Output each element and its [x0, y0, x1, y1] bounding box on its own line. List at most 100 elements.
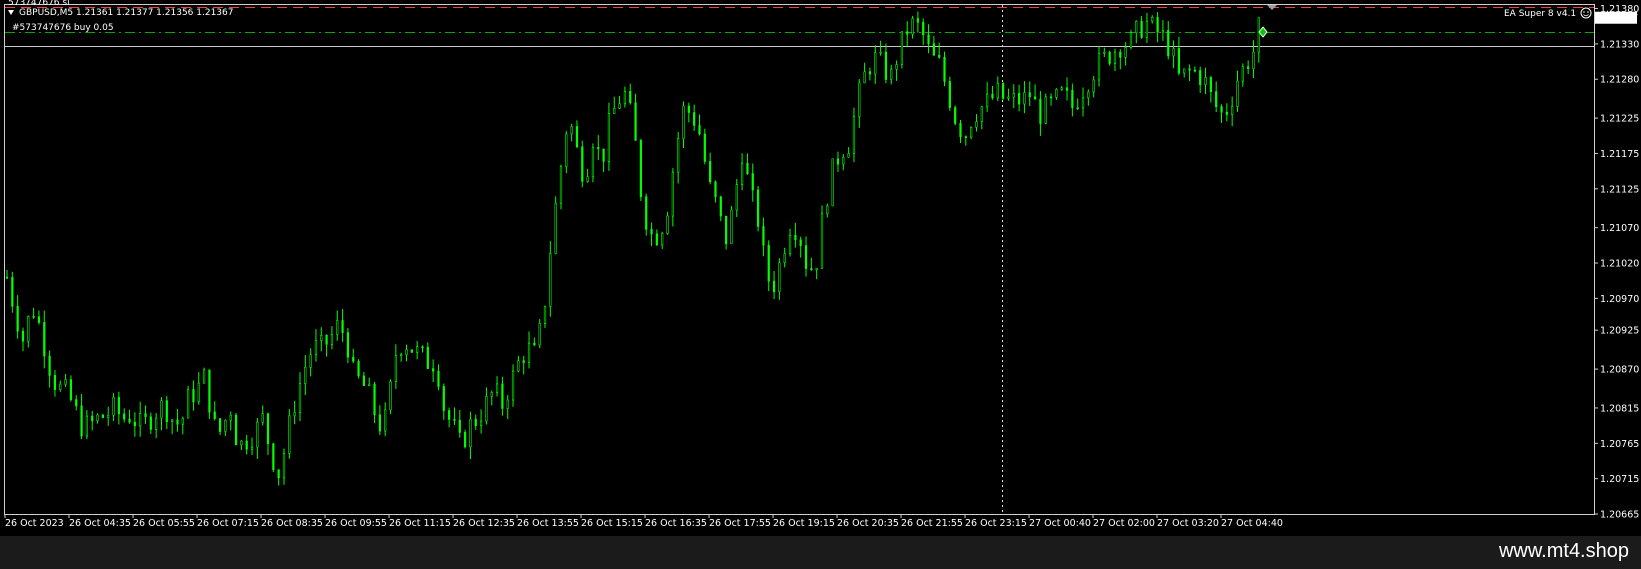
- candle-body: [607, 113, 611, 162]
- candle-body: [1199, 70, 1202, 86]
- smiley-icon[interactable]: [1580, 7, 1592, 19]
- candle-body: [533, 342, 536, 346]
- candle-body: [756, 189, 760, 227]
- candle-body: [155, 417, 158, 430]
- time-axis-label: 26 Oct 04:35: [69, 518, 131, 529]
- candle-body: [943, 56, 946, 82]
- candle-body: [144, 413, 147, 418]
- candle-body: [69, 379, 73, 400]
- candle-body: [1257, 17, 1260, 53]
- smiley-eye-left: [1583, 11, 1585, 13]
- candle-body: [1049, 96, 1053, 99]
- collapse-triangle-icon[interactable]: [8, 10, 14, 15]
- candle-body: [730, 209, 733, 245]
- candle-body: [634, 102, 637, 141]
- candle-body: [277, 469, 280, 479]
- candle-body: [171, 419, 174, 422]
- candle-body: [32, 316, 35, 318]
- candle-body: [1135, 20, 1138, 34]
- candle-body: [59, 383, 62, 390]
- candle-body: [261, 413, 264, 423]
- time-axis-label: 26 Oct 21:55: [901, 518, 963, 529]
- candle-body: [234, 414, 238, 446]
- watermark-text: www.mt4.shop: [1498, 540, 1629, 562]
- time-axis-label: 27 Oct 00:40: [1029, 518, 1091, 529]
- candle-body: [91, 415, 94, 422]
- candle-body: [53, 375, 57, 390]
- candle-body: [1156, 16, 1159, 33]
- candle-body: [240, 440, 243, 446]
- candle-body: [448, 410, 451, 420]
- candle-body: [346, 332, 350, 358]
- candle-body: [368, 383, 371, 387]
- candle-body: [432, 368, 435, 372]
- candle-body: [693, 112, 696, 126]
- price-axis-label: 1.20715: [1600, 474, 1639, 485]
- candle-body: [458, 419, 461, 433]
- time-axis-label: 27 Oct 04:40: [1221, 518, 1283, 529]
- footer-bar: www.mt4.shop: [0, 536, 1641, 569]
- candle-body: [922, 21, 925, 36]
- candle-body: [645, 196, 648, 230]
- candle-body: [213, 411, 216, 419]
- price-axis[interactable]: 1.213801.213301.212801.212251.211751.211…: [1594, 4, 1639, 521]
- time-axis[interactable]: 26 Oct 2023 26 Oct 04:35 26 Oct 05:55 26 Oc…: [4, 514, 1283, 529]
- candle-body: [85, 415, 89, 437]
- candle-body: [1007, 96, 1010, 99]
- price-chart[interactable]: 573747676 sl GBPUSD,M5 1.21361 1.21377 1…: [0, 0, 1641, 536]
- price-axis-label: 1.20815: [1600, 403, 1639, 414]
- candle-body: [1183, 68, 1186, 74]
- candle-body: [804, 245, 808, 269]
- candle-body: [517, 360, 520, 372]
- candle-body: [788, 235, 792, 254]
- candle-body: [661, 233, 664, 246]
- candle-body: [890, 68, 893, 80]
- candle-body: [421, 346, 424, 348]
- candle-body: [1028, 92, 1031, 98]
- candle-body: [719, 196, 722, 217]
- candle-body: [559, 166, 563, 204]
- candle-body: [964, 136, 967, 139]
- candle-body: [820, 213, 824, 269]
- symbol-info-line: GBPUSD,M5 1.21361 1.21377 1.21356 1.2136…: [19, 8, 233, 18]
- candle-body: [181, 417, 184, 425]
- candle-body: [192, 389, 195, 403]
- top-cut-label: 573747676 sl: [8, 0, 70, 8]
- candle-body: [767, 244, 770, 282]
- candle-body: [858, 82, 861, 117]
- candle-body: [618, 103, 621, 109]
- candle-body: [927, 34, 930, 44]
- candle-body: [1119, 51, 1122, 58]
- candle-body: [304, 367, 307, 385]
- candle-body: [117, 397, 120, 415]
- price-axis-label: 1.21125: [1600, 184, 1639, 195]
- candle-body: [996, 82, 999, 99]
- candle-body: [426, 347, 429, 369]
- candle-body: [437, 370, 440, 387]
- candle-body: [1060, 87, 1063, 90]
- candle-body: [469, 418, 472, 448]
- candle-body: [1055, 89, 1058, 98]
- candle-body: [746, 162, 749, 174]
- order-marker-icon[interactable]: [1258, 26, 1268, 38]
- candle-body: [1241, 66, 1244, 82]
- candle-body: [208, 369, 211, 413]
- candle-body: [107, 415, 110, 418]
- candle-body: [410, 349, 413, 353]
- candle-body: [682, 105, 685, 139]
- candle-body: [314, 340, 318, 356]
- time-axis-label: 27 Oct 03:20: [1157, 518, 1219, 529]
- candle-body: [48, 355, 51, 376]
- candle-body: [21, 330, 25, 342]
- candle-body: [202, 369, 206, 384]
- candle-body: [725, 215, 728, 245]
- time-axis-label: 26 Oct 2023: [5, 518, 64, 529]
- time-axis-label: 26 Oct 17:55: [709, 518, 771, 529]
- order-info-line: #573747676 buy 0.05: [12, 23, 114, 33]
- price-axis-label: 1.20970: [1600, 294, 1639, 305]
- candle-body: [522, 360, 525, 363]
- chart-window[interactable]: 573747676 sl GBPUSD,M5 1.21361 1.21377 1…: [0, 0, 1641, 536]
- candle-body: [586, 176, 589, 182]
- candle-body: [272, 443, 275, 471]
- candle-body: [1167, 29, 1170, 57]
